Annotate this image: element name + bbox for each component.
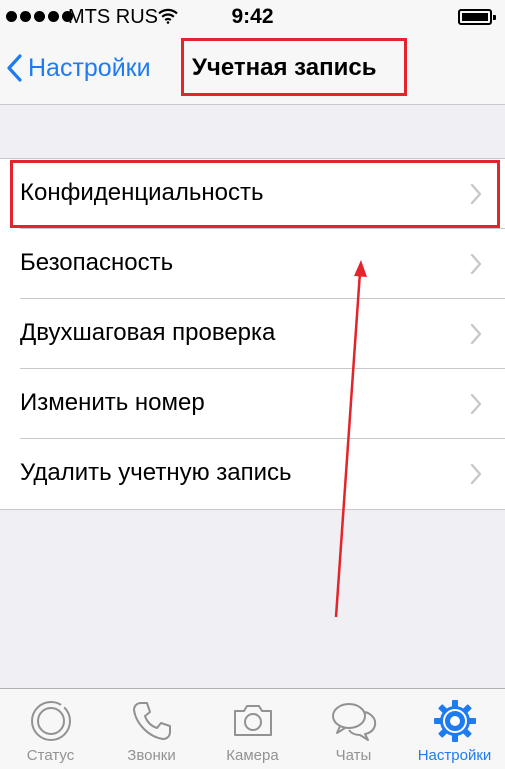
phone-icon	[132, 702, 171, 740]
tab-calls[interactable]: Звонки	[101, 689, 202, 769]
tab-label: Звонки	[127, 747, 176, 764]
tab-settings[interactable]: Настройки	[404, 689, 505, 769]
camera-icon	[233, 705, 272, 736]
tab-bar: Статус Звонки Камера Чаты Настройки	[0, 688, 505, 769]
tab-chats[interactable]: Чаты	[303, 689, 404, 769]
tab-camera[interactable]: Камера	[202, 689, 303, 769]
annotation-arrow	[334, 260, 367, 618]
tab-label: Настройки	[417, 747, 492, 764]
status-icon	[30, 701, 71, 741]
tab-label: Чаты	[335, 747, 372, 764]
tab-status[interactable]: Статус	[0, 689, 101, 769]
gear-icon	[433, 700, 476, 742]
chat-bubbles-icon	[331, 703, 376, 741]
tab-label: Камера	[226, 747, 279, 764]
tab-label: Статус	[26, 747, 75, 764]
